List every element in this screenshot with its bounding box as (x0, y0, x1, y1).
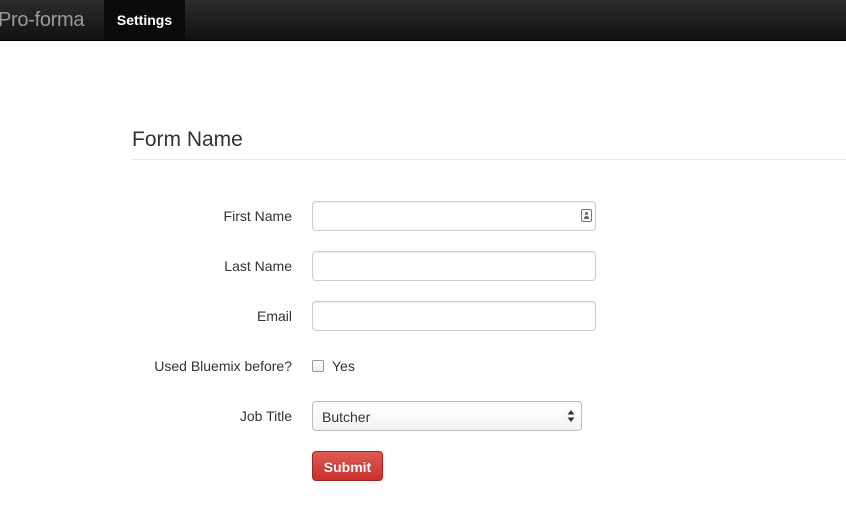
last-name-label: Last Name (224, 258, 292, 274)
submit-button[interactable]: Submit (312, 451, 383, 481)
bluemix-yes-checkbox[interactable] (312, 360, 324, 372)
form-title: Form Name (132, 125, 846, 160)
email-input[interactable] (312, 301, 596, 331)
last-name-input[interactable] (312, 251, 596, 281)
first-name-input[interactable] (312, 201, 596, 231)
brand-logo[interactable]: Pro-forma (0, 0, 85, 40)
job-title-label: Job Title (239, 408, 292, 424)
contact-card-icon[interactable] (581, 209, 592, 222)
job-title-selected-value: Butcher (322, 409, 371, 425)
contact-card-icon-body (584, 216, 589, 219)
email-label: Email (256, 308, 292, 324)
contact-card-icon-head (585, 212, 588, 215)
job-title-select[interactable]: Butcher (312, 401, 582, 431)
top-navbar: Pro-forma Settings (0, 0, 846, 41)
up-down-arrows-icon (567, 410, 575, 422)
bluemix-yes-label[interactable]: Yes (332, 356, 355, 376)
first-name-label: First Name (223, 208, 292, 224)
nav-tab-settings[interactable]: Settings (104, 0, 185, 40)
bluemix-label: Used Bluemix before? (154, 358, 292, 374)
